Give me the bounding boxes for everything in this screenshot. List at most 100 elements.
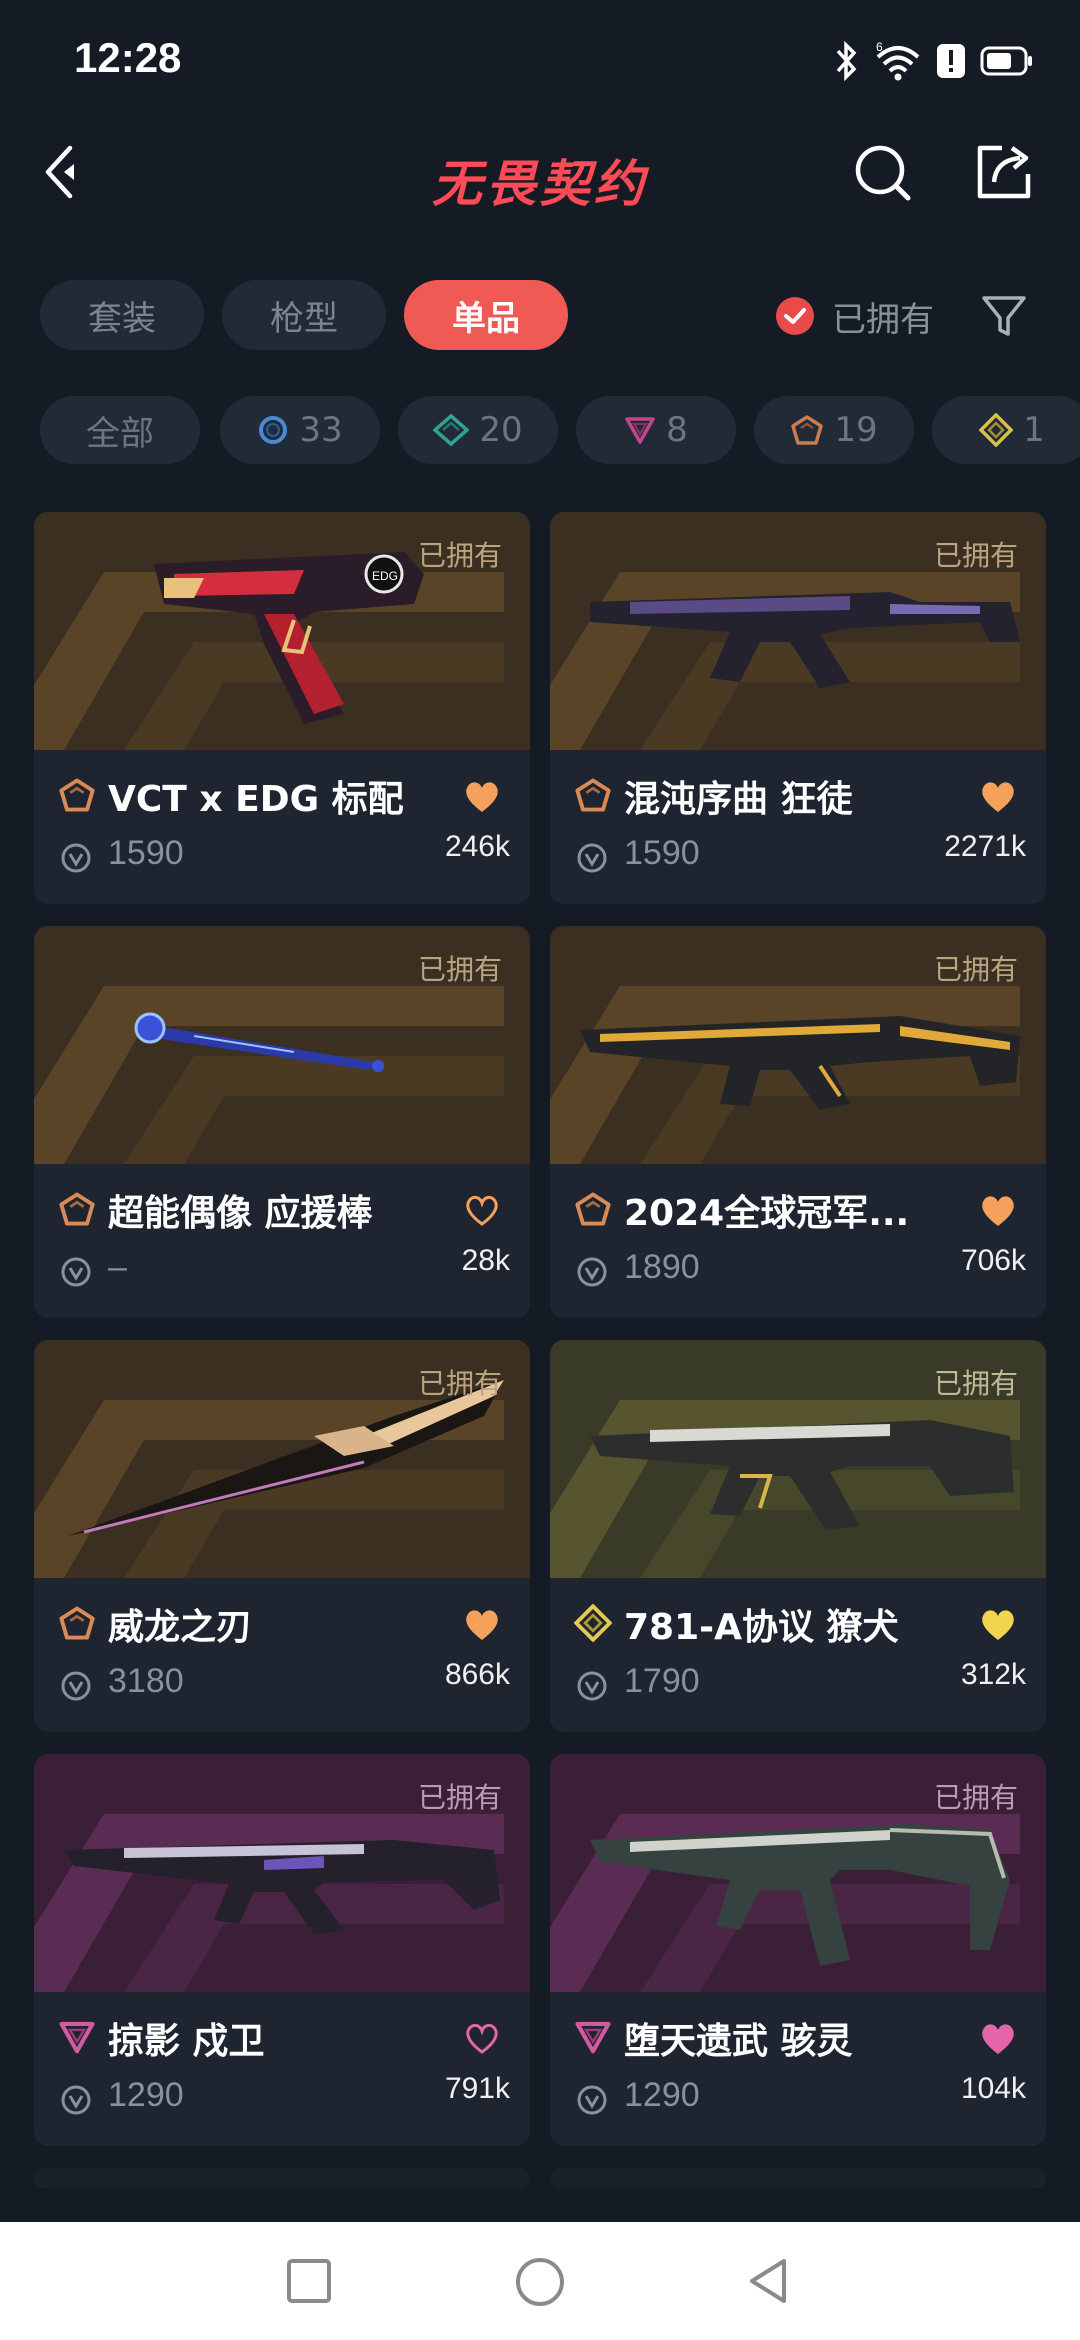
skin-card[interactable]: 已拥有 2024全球冠军... 1890 706k (550, 926, 1046, 1318)
exclusive-tier-icon (791, 415, 824, 445)
chip-label: 1 (1023, 410, 1045, 450)
exclusive-tier-icon (575, 778, 611, 812)
heart-filled-icon[interactable] (978, 1606, 1018, 1642)
rifle-skin-image (590, 592, 1020, 688)
valorant-points-icon (61, 2085, 91, 2115)
chip-deluxe-tier[interactable]: 20 (398, 396, 558, 464)
skin-price: 1290 (108, 2076, 184, 2114)
skin-name: 掠影 戍卫 (108, 2021, 265, 2062)
skin-card[interactable]: 已拥有 混沌序曲 狂徒 1590 2271k (550, 512, 1046, 904)
skin-card[interactable]: 已拥有 781-A协议 獠犬 1790 312k (550, 1340, 1046, 1732)
heart-outline-icon[interactable] (462, 2020, 502, 2056)
heart-filled-icon[interactable] (978, 1192, 1018, 1228)
tab-label: 单品 (452, 298, 520, 339)
valorant-points-icon (61, 1671, 91, 1701)
top-nav: 无畏契约 (0, 120, 1080, 230)
back-nav-icon[interactable] (744, 2256, 794, 2306)
owned-tag: 已拥有 (417, 953, 502, 986)
like-count: 791k (444, 2072, 510, 2105)
checkmark-icon (776, 297, 814, 335)
deluxe-tier-icon (433, 414, 470, 446)
heart-outline-icon[interactable] (462, 1192, 502, 1228)
home-icon[interactable] (514, 2256, 566, 2308)
tab-single-item[interactable]: 单品 (404, 280, 568, 350)
owned-tag: 已拥有 (417, 539, 502, 572)
skin-card[interactable]: 已拥有 堕天遗武 骇灵 1290 104k (550, 1754, 1046, 2146)
skin-card-partial (34, 2168, 530, 2188)
chip-ultra-tier[interactable]: 1 (932, 396, 1080, 464)
like-count: 706k (960, 1244, 1026, 1277)
skin-price: – (108, 1248, 127, 1286)
chip-exclusive-tier[interactable]: 19 (754, 396, 914, 464)
like-count: 2271k (944, 830, 1026, 863)
skin-card[interactable]: 已拥有 掠影 戍卫 1290 791k (34, 1754, 530, 2146)
like-count: 866k (444, 1658, 510, 1691)
skin-image: EDG 已拥有 (34, 512, 530, 750)
tab-suits[interactable]: 套装 (40, 280, 204, 350)
pistol-skin-image: EDG (154, 552, 424, 724)
heart-filled-icon[interactable] (462, 1606, 502, 1642)
tab-label: 枪型 (270, 298, 338, 339)
owned-tag: 已拥有 (417, 1367, 502, 1400)
heart-filled-icon[interactable] (462, 778, 502, 814)
search-icon[interactable] (850, 140, 916, 206)
like-count: 104k (960, 2072, 1026, 2105)
premium-tier-icon (59, 2021, 95, 2054)
heart-filled-icon[interactable] (978, 2020, 1018, 2056)
exclusive-tier-icon (575, 1192, 611, 1226)
skin-name: VCT x EDG 标配 (108, 779, 404, 820)
skin-name: 781-A协议 獠犬 (624, 1607, 899, 1648)
skin-price: 1290 (624, 2076, 700, 2114)
share-icon[interactable] (972, 140, 1036, 204)
skin-image: 已拥有 (550, 1754, 1046, 1992)
status-bar: 12:28 6 (0, 0, 1080, 120)
spectre-skin-image (590, 1824, 1010, 1966)
skin-name: 威龙之刃 (108, 1607, 253, 1648)
battery-icon (980, 46, 1032, 76)
lightstick-skin-image (134, 1012, 384, 1072)
skin-image: 已拥有 (34, 1754, 530, 1992)
chip-label: 19 (834, 410, 878, 450)
like-count: 246k (444, 830, 510, 863)
valorant-points-icon (61, 843, 91, 873)
exclusive-tier-icon (59, 1606, 95, 1640)
skin-name: 堕天遗武 骇灵 (624, 2021, 853, 2062)
valorant-points-icon (61, 1257, 91, 1287)
exclusive-tier-icon (59, 778, 95, 812)
page-title-logo: 无畏契约 (432, 155, 648, 213)
alert-icon (937, 44, 965, 78)
skin-card-partial (550, 2168, 1046, 2188)
owned-tag: 已拥有 (933, 1781, 1018, 1814)
skin-price: 1590 (624, 834, 700, 872)
filter-icon[interactable] (980, 292, 1028, 340)
valorant-points-icon (577, 843, 607, 873)
skin-price: 3180 (108, 1662, 184, 1700)
ultra-tier-icon (574, 1604, 612, 1642)
skin-name: 超能偶像 应援棒 (108, 1193, 373, 1234)
bluetooth-icon (836, 41, 857, 81)
heart-filled-icon[interactable] (978, 778, 1018, 814)
skin-card[interactable]: 已拥有 超能偶像 应援棒 – 28k (34, 926, 530, 1318)
skin-name: 混沌序曲 狂徒 (624, 779, 853, 820)
recent-apps-icon[interactable] (284, 2256, 334, 2306)
skin-image: 已拥有 (550, 926, 1046, 1164)
skin-card[interactable]: EDG 已拥有 VCT x EDG 标配 1590 246k (34, 512, 530, 904)
like-count: 312k (960, 1658, 1026, 1691)
skin-card[interactable]: 已拥有 威龙之刃 3180 866k (34, 1340, 530, 1732)
like-count: 28k (461, 1244, 510, 1277)
system-nav-bar (0, 2222, 1080, 2340)
chip-label: 8 (666, 410, 688, 450)
owned-tag: 已拥有 (417, 1781, 502, 1814)
owned-filter-toggle[interactable]: 已拥有 (776, 290, 934, 342)
skin-price: 1890 (624, 1248, 700, 1286)
chip-label: 33 (299, 410, 343, 450)
chip-premium-tier[interactable]: 8 (576, 396, 736, 464)
status-icons: 6 (834, 36, 1034, 86)
tab-weapon-type[interactable]: 枪型 (222, 280, 386, 350)
chip-all[interactable]: 全部 (40, 396, 200, 464)
chip-select-tier[interactable]: 33 (220, 396, 380, 464)
smg-skin-image (590, 1420, 1014, 1530)
owned-tag: 已拥有 (933, 539, 1018, 572)
tab-label: 套装 (88, 298, 156, 339)
owned-tag: 已拥有 (933, 953, 1018, 986)
